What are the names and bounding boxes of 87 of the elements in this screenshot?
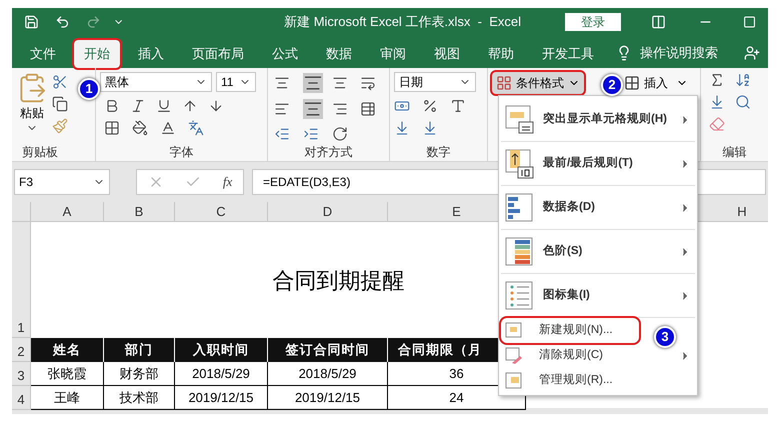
column-header[interactable]: H (716, 202, 768, 221)
clear-rules-icon (505, 346, 523, 364)
table-cell: 王峰 (31, 386, 104, 410)
color-scale-icon (505, 236, 535, 266)
menu-item[interactable]: 突出显示单元格规则(H) (501, 98, 695, 141)
table-header-cell: 部门 (104, 338, 175, 362)
ribbon-tab[interactable]: 开始 (74, 40, 120, 68)
sheet-title: 合同到期提醒 (272, 266, 404, 294)
data-bars-icon (505, 192, 535, 222)
column-header[interactable]: C (175, 202, 268, 221)
group-label: 数字 (426, 144, 452, 161)
row-header[interactable]: 1 (12, 222, 31, 338)
table-header-cell: 签订合同时间 (268, 338, 388, 362)
table-cell: 技术部 (104, 386, 175, 410)
icon-sets-icon (505, 280, 535, 310)
cut-icon[interactable] (52, 74, 68, 90)
ribbon-tab[interactable]: 视图 (424, 40, 470, 68)
table-header-cell: 入职时间 (175, 338, 268, 362)
group-label: 编辑 (722, 144, 748, 161)
table-cell: 2018/5/29 (175, 362, 268, 386)
copy-icon[interactable] (52, 96, 68, 112)
insert-button[interactable]: 插入 (620, 72, 692, 94)
ribbon-tab[interactable]: 数据 (316, 40, 362, 68)
menu-item[interactable]: 色阶(S) (501, 230, 695, 273)
menu-item[interactable]: 最前/最后规则(T) (501, 142, 695, 185)
ribbon-tab[interactable]: 页面布局 (182, 40, 254, 68)
phonetic-icon[interactable] (188, 120, 204, 136)
grow-font-icon[interactable] (182, 98, 198, 114)
maximize-icon[interactable] (742, 15, 756, 29)
table-cell: 2018/5/29 (268, 362, 388, 386)
ribbon-tab[interactable]: 开发工具 (532, 40, 604, 68)
table-cell: 张晓霞 (31, 362, 104, 386)
merge-icon[interactable] (360, 101, 376, 118)
row-header[interactable]: 3 (12, 362, 31, 386)
clear-icon[interactable] (709, 116, 725, 132)
borders-icon[interactable] (104, 120, 120, 136)
group-label: 字体 (168, 144, 194, 161)
font-color-icon[interactable] (160, 120, 176, 136)
group-label: 剪贴板 (21, 144, 59, 161)
insert-cells-icon (624, 75, 640, 91)
insert-function-button[interactable]: fx (222, 172, 232, 192)
shrink-font-icon[interactable] (208, 98, 224, 114)
orientation-icon[interactable] (332, 126, 348, 142)
menu-item[interactable]: 图标集(I) (501, 274, 695, 317)
ribbon-tab[interactable]: 文件 (20, 40, 66, 68)
wrap-text-icon[interactable] (360, 75, 376, 92)
fill-color-icon[interactable] (132, 120, 148, 136)
fill-icon[interactable] (709, 94, 725, 110)
search-hint[interactable]: 操作说明搜索 (640, 42, 718, 62)
column-header[interactable]: D (268, 202, 388, 221)
ribbon-tab[interactable]: 审阅 (370, 40, 416, 68)
row-header[interactable]: 4 (12, 386, 31, 410)
top-rules-icon (505, 148, 535, 178)
italic-icon[interactable] (130, 98, 146, 114)
name-box[interactable]: F3 (14, 169, 110, 195)
table-header-cell: 姓名 (31, 338, 104, 362)
row-header[interactable]: 2 (12, 338, 31, 362)
undo-icon[interactable] (54, 14, 70, 30)
table-cell: 2019/12/15 (268, 386, 388, 410)
save-icon[interactable] (24, 14, 39, 30)
underline-icon[interactable] (156, 98, 172, 114)
share-icon[interactable] (744, 45, 760, 61)
conditional-format-icon (496, 75, 512, 91)
menu-item[interactable]: 数据条(D) (501, 186, 695, 229)
paste-label[interactable]: 粘贴 (20, 104, 44, 122)
ribbon-tab[interactable]: 公式 (262, 40, 308, 68)
ribbon-tab[interactable]: 帮助 (478, 40, 524, 68)
font-size-field[interactable]: 11 (216, 72, 256, 92)
manage-rules-icon (505, 372, 523, 390)
column-header[interactable]: A (31, 202, 104, 221)
table-cell: 2019/12/15 (175, 386, 268, 410)
find-icon[interactable] (735, 94, 751, 110)
middle-align-icon[interactable] (302, 73, 323, 94)
sort-icon[interactable] (735, 72, 751, 88)
ribbon-tab[interactable]: 插入 (128, 40, 174, 68)
table-cell: 财务部 (104, 362, 175, 386)
window-title: 新建 Microsoft Excel 工作表.xlsx - Excel (284, 13, 521, 32)
highlight-rules-icon (505, 104, 535, 134)
conditional-format-button[interactable]: 条件格式 (492, 72, 584, 94)
ribbon-display-icon[interactable] (651, 14, 666, 30)
login-button[interactable]: 登录 (565, 13, 621, 31)
group-label: 对齐方式 (304, 144, 354, 161)
font-name-field[interactable]: 黑体 (100, 72, 212, 92)
align-center-icon[interactable] (302, 99, 323, 120)
percent-icon[interactable] (422, 98, 438, 114)
column-header[interactable]: B (104, 202, 175, 221)
number-format-field[interactable]: 日期 (394, 72, 476, 92)
